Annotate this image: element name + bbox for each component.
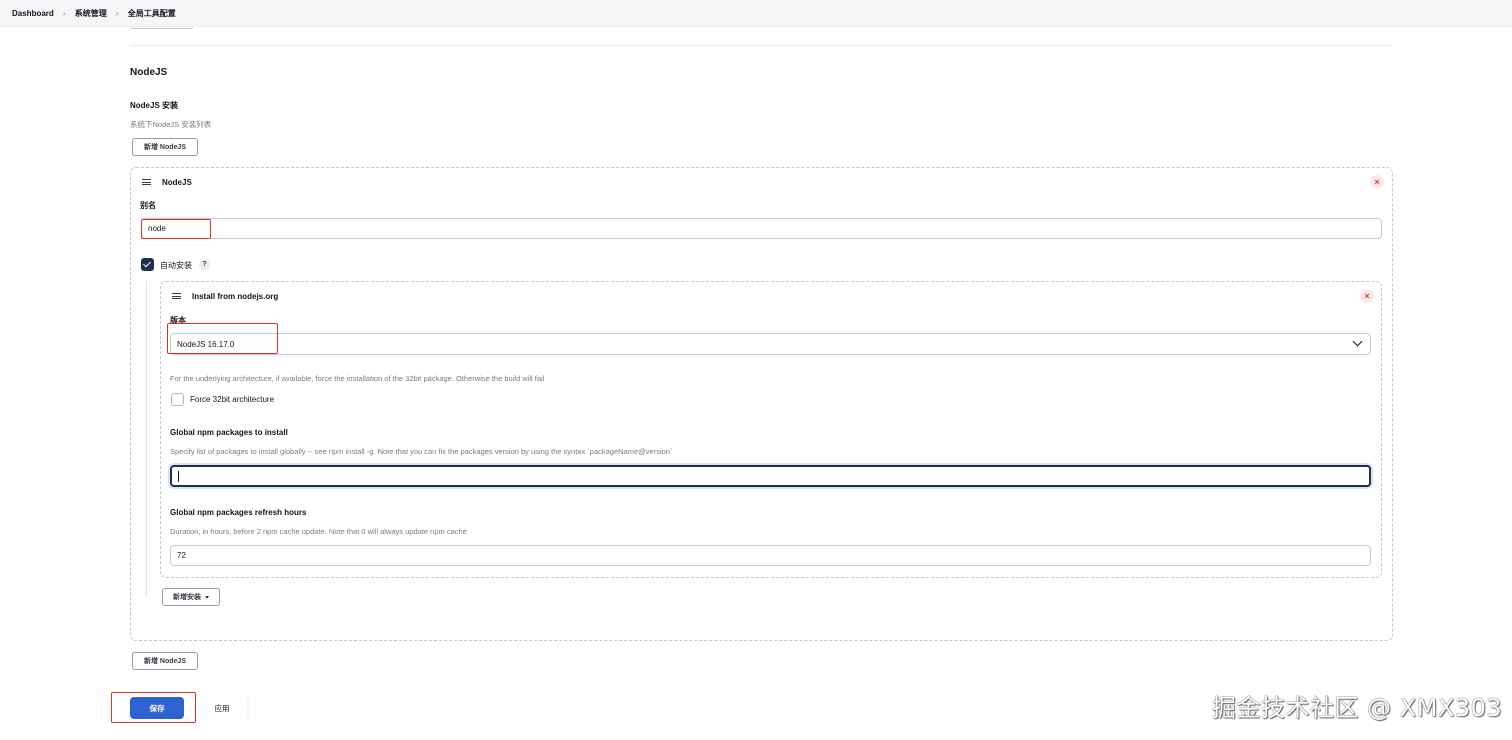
- installer-title: Install from nodejs.org: [192, 292, 279, 301]
- auto-install-checkbox[interactable]: [141, 258, 154, 271]
- alias-label: 别名: [140, 201, 156, 210]
- save-highlight: [111, 692, 196, 723]
- npm-packages-input[interactable]: [170, 465, 1371, 487]
- chevron-right-icon: ›: [115, 8, 119, 18]
- installs-label: NodeJS 安装: [130, 101, 179, 110]
- alias-highlight: [141, 219, 211, 239]
- help-icon[interactable]: ?: [199, 259, 210, 270]
- force32-label: Force 32bit architecture: [190, 395, 275, 404]
- refresh-hours-value: 72: [177, 551, 186, 560]
- drag-handle-icon[interactable]: [142, 179, 151, 185]
- add-nodejs-button-bottom[interactable]: 新增 NodeJS: [132, 652, 198, 670]
- chevron-right-icon: ›: [62, 8, 66, 18]
- npm-packages-label: Global npm packages to install: [170, 428, 288, 437]
- add-installer-button[interactable]: 新增安装: [162, 588, 220, 606]
- chevron-down-icon: [1352, 336, 1363, 347]
- nested-indent-line: [146, 281, 147, 597]
- watermark: 掘金技术社区 @ XMX303: [1212, 694, 1503, 722]
- apply-button[interactable]: 应用: [197, 697, 247, 719]
- add-nodejs-button-top[interactable]: 新增 NodeJS: [132, 138, 198, 156]
- section-title: NodeJS: [130, 67, 168, 78]
- installation-title: NodeJS: [162, 178, 192, 187]
- alias-input[interactable]: node: [141, 218, 1382, 239]
- auto-install-label: 自动安装: [160, 261, 192, 270]
- force32-help: For the underlying architecture, if avai…: [170, 374, 545, 383]
- version-highlight: [167, 323, 278, 354]
- refresh-hours-help: Duration, in hours, before 2 npm cache u…: [170, 527, 467, 536]
- previous-section-button-edge: [131, 27, 193, 29]
- drag-handle-icon[interactable]: [172, 293, 181, 299]
- refresh-hours-input[interactable]: 72: [170, 545, 1371, 566]
- refresh-hours-label: Global npm packages refresh hours: [170, 508, 307, 517]
- force32-checkbox[interactable]: [171, 393, 184, 406]
- version-select[interactable]: NodeJS 16.17.0: [170, 333, 1371, 355]
- caret-down-icon: [205, 595, 209, 599]
- add-installer-label: 新增安装: [173, 594, 201, 601]
- text-caret: [178, 470, 179, 482]
- breadcrumb-dashboard[interactable]: Dashboard: [12, 9, 54, 18]
- installs-help: 系统下NodeJS 安装列表: [130, 120, 212, 129]
- section-divider: [130, 45, 1393, 46]
- breadcrumb-global-tools[interactable]: 全局工具配置: [128, 8, 176, 19]
- delete-installer-icon[interactable]: ×: [1360, 289, 1374, 303]
- delete-installation-icon[interactable]: ×: [1370, 175, 1384, 189]
- npm-packages-help: Specify list of packages to install glob…: [170, 447, 673, 456]
- breadcrumb-system-manage[interactable]: 系统管理: [75, 8, 107, 19]
- breadcrumb: Dashboard › 系统管理 › 全局工具配置: [0, 0, 1512, 27]
